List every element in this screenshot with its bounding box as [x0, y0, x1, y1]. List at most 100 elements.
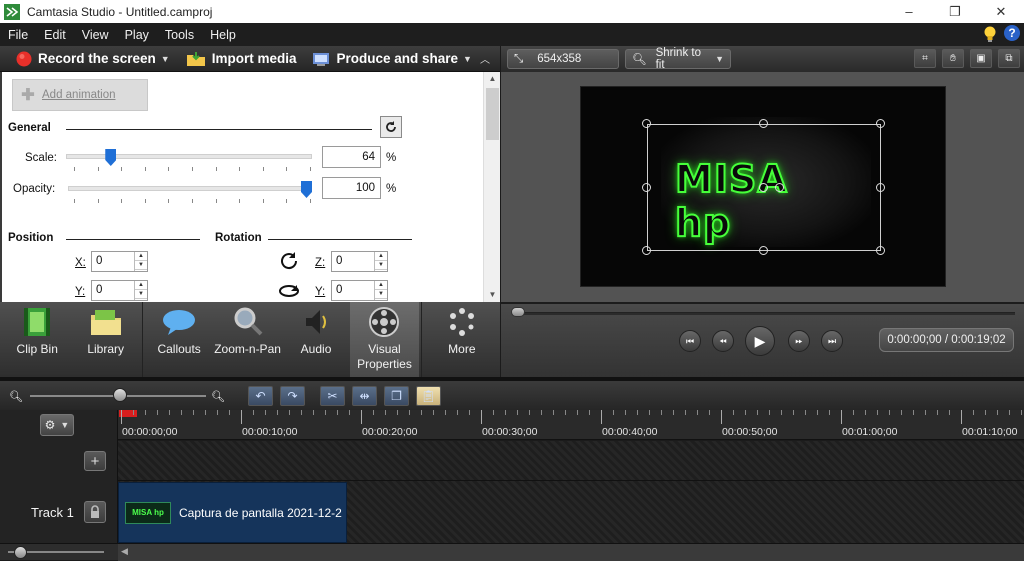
- spin-up-icon[interactable]: ▲: [375, 281, 387, 290]
- scale-input[interactable]: 64: [322, 146, 381, 168]
- scroll-down-icon[interactable]: ▼: [484, 288, 501, 302]
- resize-handle[interactable]: [876, 119, 885, 128]
- ruler-minor-tick: [769, 410, 770, 415]
- opacity-slider-thumb[interactable]: [301, 181, 312, 198]
- detach-icon[interactable]: ⧉: [998, 49, 1020, 68]
- timeline-zoom-thumb[interactable]: [113, 388, 127, 402]
- opacity-input[interactable]: 100: [322, 177, 381, 199]
- resize-handle[interactable]: [759, 119, 768, 128]
- resize-handle[interactable]: [642, 246, 651, 255]
- add-track-button[interactable]: +: [84, 451, 106, 471]
- zoom-out-icon[interactable]: 🔍︎: [6, 387, 26, 405]
- dimensions-button[interactable]: ⤡ 654x358: [507, 49, 619, 69]
- ruler-minor-tick: [853, 410, 854, 415]
- cut-icon[interactable]: ✂: [320, 386, 345, 406]
- minimize-button[interactable]: –: [886, 0, 932, 23]
- track-height-thumb[interactable]: [14, 546, 27, 559]
- resize-handle[interactable]: [759, 246, 768, 255]
- restore-button[interactable]: ❐: [932, 0, 978, 23]
- close-button[interactable]: ✕: [978, 0, 1024, 23]
- zoom-in-icon[interactable]: 🔍︎: [208, 387, 228, 405]
- menu-edit[interactable]: Edit: [36, 28, 74, 42]
- position-section-title: Position: [8, 232, 54, 244]
- copy-icon[interactable]: ❐: [384, 386, 409, 406]
- ruler-label: 00:01:10;00: [962, 426, 1018, 438]
- undo-icon[interactable]: ↶: [248, 386, 273, 406]
- resize-handle[interactable]: [642, 119, 651, 128]
- tab-callouts[interactable]: Callouts: [145, 302, 213, 377]
- position-x-input[interactable]: 0 ▲ ▼: [91, 251, 148, 272]
- play-icon[interactable]: ▶: [745, 326, 775, 356]
- timeline-settings-button[interactable]: ⚙ ▼: [40, 414, 74, 436]
- fullscreen-icon[interactable]: ▣: [970, 49, 992, 68]
- menu-view[interactable]: View: [74, 28, 117, 42]
- preview-canvas[interactable]: MISA hp: [580, 86, 946, 287]
- opacity-slider-track[interactable]: [68, 186, 312, 191]
- skip-to-start-icon[interactable]: ⏮︎: [679, 330, 701, 352]
- timeline-ruler[interactable]: 00:00:00;00 00:00:10;00 00:00:20;00 00:00:3…: [118, 410, 1024, 440]
- menu-play[interactable]: Play: [117, 28, 157, 42]
- resize-handle[interactable]: [876, 183, 885, 192]
- tab-library[interactable]: Library: [71, 302, 139, 377]
- rewind-icon[interactable]: ⏪︎: [712, 330, 734, 352]
- zoom-mode-dropdown[interactable]: 🔍︎ Shrink to fit ▼: [625, 47, 731, 71]
- scroll-left-icon[interactable]: ◀: [121, 546, 128, 557]
- scroll-up-icon[interactable]: ▲: [484, 72, 501, 86]
- track-lock-button[interactable]: [84, 501, 106, 523]
- spin-down-icon[interactable]: ▼: [375, 290, 387, 299]
- produce-share-button[interactable]: Produce and share ▼: [312, 51, 472, 67]
- paste-icon[interactable]: 📋︎: [416, 386, 441, 406]
- tab-zoom-n-pan[interactable]: Zoom-n-Pan: [213, 302, 281, 377]
- import-media-button[interactable]: Import media: [186, 51, 296, 67]
- rotation-handle[interactable]: [759, 183, 768, 192]
- hand-icon[interactable]: ✋︎: [942, 49, 964, 68]
- playback-scrubber[interactable]: [515, 312, 1015, 315]
- ruler-minor-tick: [421, 410, 422, 415]
- spin-down-icon[interactable]: ▼: [375, 261, 387, 270]
- properties-scrollbar[interactable]: ▲ ▼: [483, 72, 500, 302]
- slider-tick: [168, 199, 170, 203]
- tab-more[interactable]: More: [424, 302, 500, 377]
- resize-handle[interactable]: [642, 183, 651, 192]
- redo-icon[interactable]: ↷: [280, 386, 305, 406]
- track-1[interactable]: MISA hp Captura de pantalla 2021-12-2: [118, 481, 1024, 543]
- folder-icon: [90, 310, 121, 335]
- scale-slider-thumb[interactable]: [105, 149, 117, 166]
- lightbulb-icon[interactable]: [982, 25, 998, 43]
- add-animation-button[interactable]: ✚ Add animation: [12, 79, 148, 111]
- skip-to-end-icon[interactable]: ⏭︎: [821, 330, 843, 352]
- menu-file[interactable]: File: [0, 28, 36, 42]
- tab-clip-bin[interactable]: Clip Bin: [3, 302, 71, 377]
- crop-icon[interactable]: ⌗: [914, 49, 936, 68]
- spin-down-icon[interactable]: ▼: [135, 290, 147, 299]
- help-icon[interactable]: ?: [1004, 25, 1020, 41]
- position-y-input[interactable]: 0 ▲ ▼: [91, 280, 148, 301]
- ruler-major-tick: [721, 410, 722, 424]
- scroll-thumb[interactable]: [486, 88, 499, 140]
- tab-visual-properties[interactable]: Visual Properties: [350, 302, 419, 377]
- record-screen-button[interactable]: Record the screen ▼: [16, 51, 170, 67]
- menu-tools[interactable]: Tools: [157, 28, 202, 42]
- pivot-handle[interactable]: [775, 183, 784, 192]
- fast-forward-icon[interactable]: ⏩︎: [788, 330, 810, 352]
- rotation-z-input[interactable]: 0 ▲ ▼: [331, 251, 388, 272]
- menu-help[interactable]: Help: [202, 28, 244, 42]
- rotation-y-input[interactable]: 0 ▲ ▼: [331, 280, 388, 301]
- spin-down-icon[interactable]: ▼: [135, 261, 147, 270]
- scale-percent: %: [386, 152, 397, 164]
- scrubber-thumb[interactable]: [511, 307, 525, 317]
- media-clip[interactable]: MISA hp Captura de pantalla 2021-12-2: [118, 482, 347, 543]
- spin-up-icon[interactable]: ▲: [135, 281, 147, 290]
- tab-audio[interactable]: Audio: [282, 302, 350, 377]
- spin-up-icon[interactable]: ▲: [135, 252, 147, 261]
- spin-up-icon[interactable]: ▲: [375, 252, 387, 261]
- horizontal-scrollbar[interactable]: ◀: [118, 544, 1024, 561]
- resize-handle[interactable]: [876, 246, 885, 255]
- reset-button[interactable]: [380, 116, 402, 138]
- collapse-icon[interactable]: ︿: [480, 51, 490, 66]
- split-icon[interactable]: ⇹: [352, 386, 377, 406]
- scale-slider-track[interactable]: [66, 154, 312, 159]
- empty-track[interactable]: [118, 441, 1024, 481]
- ruler-minor-tick: [469, 410, 470, 415]
- ruler-minor-tick: [793, 410, 794, 415]
